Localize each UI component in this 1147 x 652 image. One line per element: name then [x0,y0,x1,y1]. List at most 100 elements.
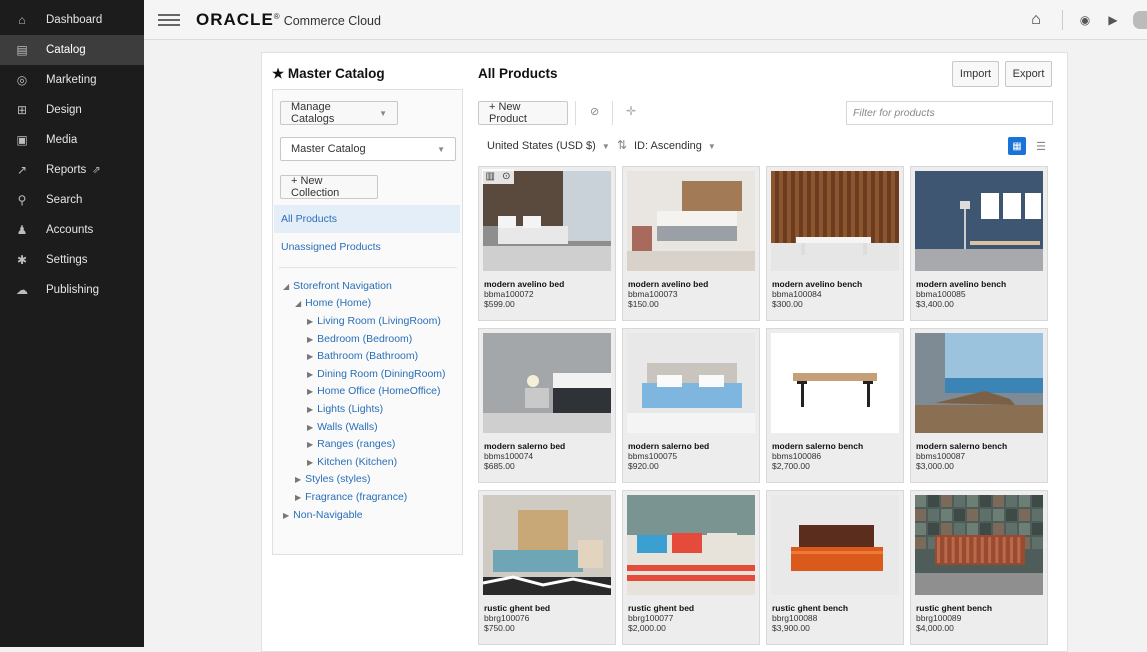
product-card[interactable]: rustic ghent bed bbrg100076 $750.00 [478,490,616,645]
move-icon[interactable]: ✛ [626,104,636,118]
product-card[interactable]: rustic ghent bench bbrg100088 $3,900.00 [766,490,904,645]
sidebar-item-reports[interactable]: ↗ Reports ⇗ [0,155,144,185]
tree-home-child[interactable]: ▶ Dining Room (DiningRoom) [307,368,446,380]
tree-label: Dining Room (DiningRoom) [317,367,446,380]
list-view-icon[interactable]: ☰ [1034,137,1048,155]
tree-home-child[interactable]: ▶ Bathroom (Bathroom) [307,350,418,362]
product-card[interactable]: modern salerno bed bbms100075 $920.00 [622,328,760,483]
sort-select[interactable]: ID: Ascending ▼ [634,140,716,152]
product-price: $920.00 [628,461,659,471]
collapsed-triangle-icon: ▶ [307,405,314,414]
catalog-panel: ★ Master Catalog Manage Catalogs ▼ Master… [261,52,1068,652]
tree-label: Home (Home) [305,297,372,309]
help-icon[interactable]: ◉ [1077,12,1093,28]
collection-unassigned-products[interactable]: Unassigned Products [274,233,460,261]
sidebar-item-media[interactable]: ▣ Media [0,125,144,155]
sidebar-item-accounts[interactable]: ♟ Accounts [0,215,144,245]
product-name: Commerce Cloud [283,13,381,28]
avatar[interactable] [1133,11,1147,29]
manage-catalogs-button[interactable]: Manage Catalogs ▼ [280,101,398,125]
product-price: $599.00 [484,299,515,309]
product-card[interactable]: rustic ghent bed bbrg100077 $2,000.00 [622,490,760,645]
product-price: $2,000.00 [628,623,666,633]
tree-styles[interactable]: ▶ Styles (styles) [295,473,371,485]
tree-home-child[interactable]: ▶ Living Room (LivingRoom) [307,315,441,327]
tree-home-child[interactable]: ▶ Walls (Walls) [307,421,378,433]
sidebar-item-design[interactable]: ⊞ Design [0,95,144,125]
new-product-button[interactable]: + New Product [478,101,568,125]
sidebar-item-label: Catalog [46,44,86,56]
product-card[interactable]: ▥ ⊙ modern avelino bed bbma100072 $599.00 [478,166,616,321]
gear-icon: ✱ [16,253,28,267]
product-id: bbrg100077 [628,613,674,623]
top-bar: ORACLE ® Commerce Cloud ⌂ ◉ ▶ [144,0,1147,40]
product-image [915,333,1043,433]
chevron-down-icon: ▼ [379,108,387,118]
tree-home-child[interactable]: ▶ Kitchen (Kitchen) [307,456,397,468]
new-collection-label: + New Collection [291,175,340,199]
tree-storefront-navigation[interactable]: ◢ Storefront Navigation [283,280,392,292]
product-price: $150.00 [628,299,659,309]
tree-home-child[interactable]: ▶ Lights (Lights) [307,403,383,415]
product-image [771,333,899,433]
export-button[interactable]: Export [1005,61,1052,87]
tree-fragrance[interactable]: ▶ Fragrance (fragrance) [295,491,407,503]
block-icon[interactable]: ⊘ [590,105,599,118]
product-name: modern salerno bed [628,441,710,451]
tree-label: Fragrance (fragrance) [305,491,408,503]
grid-view-icon[interactable]: ▦ [1008,137,1026,155]
product-image [627,495,755,595]
sidebar-item-search[interactable]: ⚲ Search [0,185,144,215]
collapsed-triangle-icon: ▶ [295,475,302,484]
product-card[interactable]: modern salerno bed bbms100074 $685.00 [478,328,616,483]
tree-home[interactable]: ◢ Home (Home) [295,297,371,309]
product-price: $3,900.00 [772,623,810,633]
collapsed-triangle-icon: ▶ [307,334,314,344]
sort-order-icon[interactable]: ⇅ [617,138,627,152]
tree-non-navigable[interactable]: ▶ Non-Navigable [283,509,363,521]
product-card[interactable]: modern avelino bench bbma100084 $300.00 [766,166,904,321]
play-icon[interactable]: ▶ [1105,12,1121,28]
home-icon[interactable]: ⌂ [1028,11,1044,28]
sidebar-item-catalog[interactable]: ▤ Catalog [0,35,144,65]
product-card[interactable]: rustic ghent bench bbrg100089 $4,000.00 [910,490,1048,645]
hamburger-menu-icon[interactable] [158,11,180,29]
product-id: bbms100086 [772,451,822,461]
sidebar-nav: ⌂ Dashboard ▤ Catalog ◎ Marketing ⊞ Design ▣ Medi… [0,5,144,305]
card-badge: ▥ ⊙ [482,169,514,184]
collapsed-triangle-icon: ▶ [307,422,314,432]
new-collection-button[interactable]: + New Collection [280,175,378,199]
sidebar-item-settings[interactable]: ✱ Settings [0,245,144,275]
tree-home-child[interactable]: ▶ Ranges (ranges) [307,438,395,450]
sidebar-item-label: Media [46,134,78,146]
book-icon: ▤ [16,43,28,57]
product-price: $3,400.00 [916,299,954,309]
currency-select[interactable]: United States (USD $) ▼ [487,140,610,152]
home-icon: ⌂ [18,13,26,27]
sidebar-item-label: Accounts [46,224,94,236]
product-price: $750.00 [484,623,515,633]
product-name: modern salerno bed [484,441,566,451]
collapsed-triangle-icon: ▶ [307,352,314,362]
product-card[interactable]: modern avelino bench bbma100085 $3,400.00 [910,166,1048,321]
product-card[interactable]: modern salerno bench bbms100087 $3,000.00 [910,328,1048,483]
catalog-select[interactable]: Master Catalog ▼ [280,137,456,161]
tree-label: Styles (styles) [305,473,371,485]
product-image [627,171,755,271]
product-price: $685.00 [484,461,515,471]
product-name: rustic ghent bed [628,603,695,613]
master-catalog-title: ★ Master Catalog [272,66,385,82]
collapsed-triangle-icon: ▶ [307,387,314,397]
product-image [771,171,899,271]
collection-all-products[interactable]: All Products [274,205,460,233]
sidebar-item-marketing[interactable]: ◎ Marketing [0,65,144,95]
sidebar-item-publishing[interactable]: ☁ Publishing [0,275,144,305]
product-card[interactable]: modern avelino bed bbma100073 $150.00 [622,166,760,321]
filter-products-input[interactable]: Filter for products [846,101,1053,125]
manage-catalogs-label: Manage Catalogs [291,101,335,125]
product-card[interactable]: modern salerno bench bbms100086 $2,700.00 [766,328,904,483]
tree-home-child[interactable]: ▶ Home Office (HomeOffice) [307,385,440,397]
tree-home-child[interactable]: ▶ Bedroom (Bedroom) [307,333,412,345]
import-button[interactable]: Import [952,61,999,87]
sidebar-item-dashboard[interactable]: ⌂ Dashboard [0,5,144,35]
